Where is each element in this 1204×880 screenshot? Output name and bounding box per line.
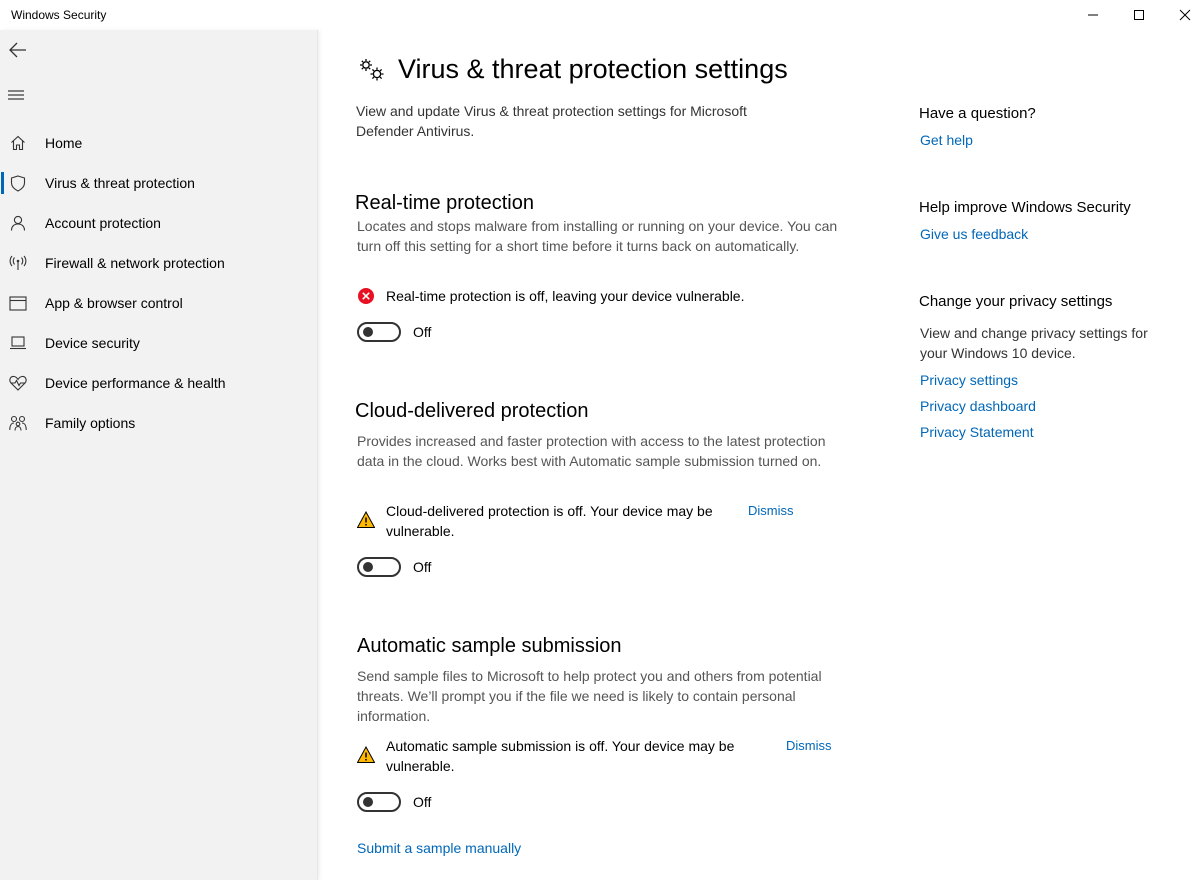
maximize-icon — [1134, 10, 1144, 20]
question-heading: Have a question? — [919, 105, 1036, 122]
sidebar-item-label: Account protection — [45, 215, 161, 231]
close-button[interactable] — [1162, 0, 1204, 30]
section-title-cloud-delivered-protection: Cloud-delivered protection — [355, 400, 589, 422]
alert-text: Automatic sample submission is off. Your… — [386, 738, 735, 774]
back-button[interactable] — [0, 30, 42, 70]
app-window-icon — [0, 295, 36, 311]
privacy-dashboard-link[interactable]: Privacy dashboard — [920, 398, 1036, 414]
warning-icon — [357, 746, 375, 763]
sidebar-item-label: Firewall & network protection — [45, 255, 225, 271]
minimize-icon — [1088, 14, 1098, 16]
sidebar-item-label: Home — [45, 135, 83, 151]
privacy-heading: Change your privacy settings — [919, 293, 1113, 310]
toggle-knob — [363, 562, 373, 572]
sidebar-item-label: Device security — [45, 335, 140, 351]
home-icon — [0, 135, 36, 151]
section-title-real-time-protection: Real-time protection — [355, 192, 534, 214]
sidebar-item-firewall-network-protection[interactable]: Firewall & network protection — [0, 243, 318, 283]
alert-text: Cloud-delivered protection is off. Your … — [386, 503, 713, 539]
cloud-delivered-protection-toggle[interactable] — [357, 557, 401, 577]
alert-cloud-delivered-protection: Cloud-delivered protection is off. Your … — [357, 501, 744, 541]
sidebar: Home Virus & threat protection Account p… — [0, 30, 318, 880]
family-icon — [0, 415, 36, 431]
main-content: Virus & threat protection settings View … — [318, 30, 1204, 880]
heart-pulse-icon — [0, 375, 36, 391]
sidebar-item-family-options[interactable]: Family options — [0, 403, 318, 443]
warning-icon — [357, 511, 375, 528]
toggle-state-label: Off — [413, 559, 432, 575]
error-icon — [358, 288, 374, 304]
page-title: Virus & threat protection settings — [358, 54, 788, 85]
alert-automatic-sample-submission: Automatic sample submission is off. Your… — [357, 736, 766, 776]
window-title: Windows Security — [11, 8, 107, 22]
privacy-statement-link[interactable]: Privacy Statement — [920, 424, 1034, 440]
minimize-button[interactable] — [1070, 0, 1116, 30]
real-time-protection-toggle[interactable] — [357, 322, 401, 342]
submit-sample-manually-link[interactable]: Submit a sample manually — [357, 840, 521, 856]
section-description: Provides increased and faster protection… — [357, 433, 826, 469]
sidebar-item-home[interactable]: Home — [0, 123, 318, 163]
sidebar-item-device-security[interactable]: Device security — [0, 323, 318, 363]
dismiss-cloud-alert-link[interactable]: Dismiss — [748, 503, 794, 518]
toggle-state-label: Off — [413, 794, 432, 810]
page-description: View and update Virus & threat protectio… — [356, 103, 747, 139]
laptop-icon — [0, 336, 36, 350]
sidebar-item-virus-threat-protection[interactable]: Virus & threat protection — [0, 163, 318, 203]
privacy-settings-link[interactable]: Privacy settings — [920, 372, 1018, 388]
improve-heading: Help improve Windows Security — [919, 199, 1131, 216]
toggle-knob — [363, 797, 373, 807]
alert-text: Real-time protection is off, leaving you… — [386, 288, 745, 304]
page-title-text: Virus & threat protection settings — [398, 54, 788, 84]
give-feedback-link[interactable]: Give us feedback — [920, 226, 1028, 242]
automatic-sample-submission-toggle[interactable] — [357, 792, 401, 812]
hamburger-menu-button[interactable] — [0, 75, 40, 115]
toggle-knob — [363, 327, 373, 337]
shield-icon — [0, 174, 36, 192]
person-icon — [0, 215, 36, 231]
sidebar-item-label: Family options — [45, 415, 136, 431]
sidebar-item-label: Device performance & health — [45, 375, 226, 391]
get-help-link[interactable]: Get help — [920, 132, 973, 148]
gears-icon — [360, 58, 384, 80]
alert-real-time-protection: Real-time protection is off, leaving you… — [357, 286, 806, 306]
section-description: Locates and stops malware from installin… — [357, 218, 838, 254]
hamburger-icon — [8, 90, 24, 100]
sidebar-item-app-browser-control[interactable]: App & browser control — [0, 283, 318, 323]
sidebar-item-label: App & browser control — [45, 295, 183, 311]
privacy-description: View and change privacy settings for you… — [920, 325, 1148, 361]
sidebar-item-account-protection[interactable]: Account protection — [0, 203, 318, 243]
section-title-automatic-sample-submission: Automatic sample submission — [357, 635, 622, 657]
section-description: Send sample files to Microsoft to help p… — [357, 668, 822, 724]
sidebar-item-label: Virus & threat protection — [45, 175, 195, 191]
maximize-button[interactable] — [1116, 0, 1162, 30]
title-bar: Windows Security — [0, 0, 1204, 30]
back-arrow-icon — [9, 42, 26, 58]
sidebar-item-device-performance-health[interactable]: Device performance & health — [0, 363, 318, 403]
dismiss-sample-alert-link[interactable]: Dismiss — [786, 738, 832, 753]
close-icon — [1179, 9, 1191, 21]
toggle-state-label: Off — [413, 324, 432, 340]
wireless-icon — [0, 255, 36, 271]
